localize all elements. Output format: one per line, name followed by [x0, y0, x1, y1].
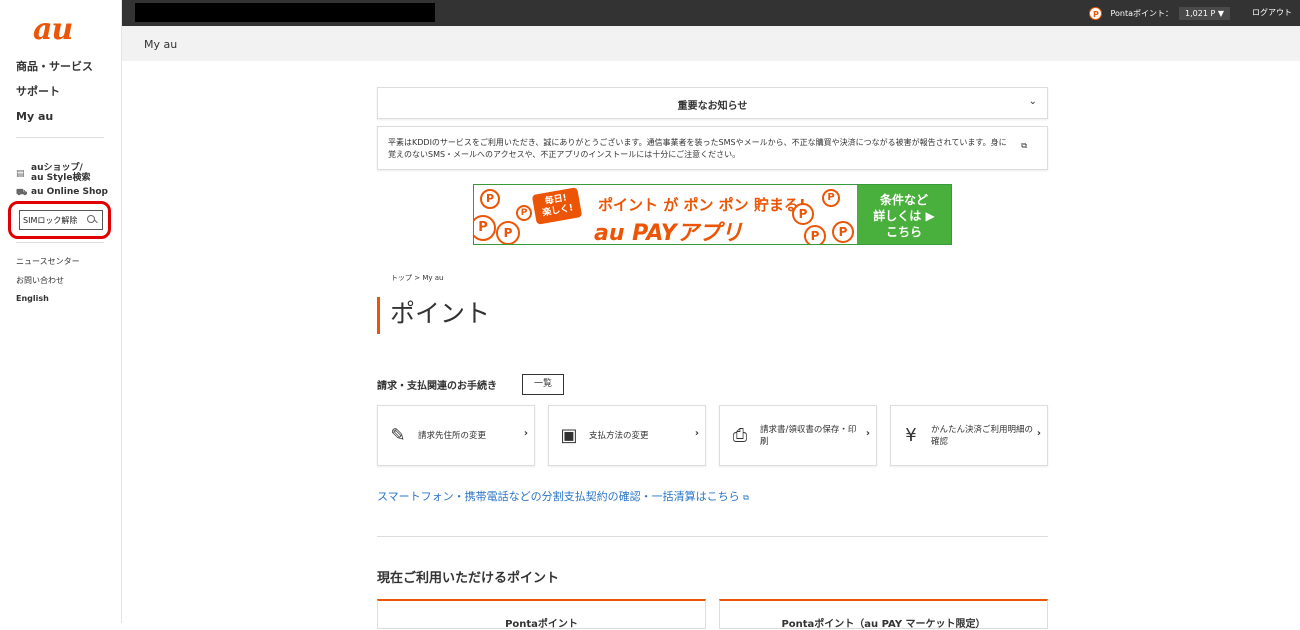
sidebar: au 商品・サービス サポート My au ▤ auショップ/ au Style…: [0, 0, 122, 623]
shop-icon: ▤: [16, 168, 25, 179]
notice-title: 重要なお知らせ: [677, 101, 748, 112]
sidebar-divider: [16, 242, 104, 243]
installment-link[interactable]: スマートフォン・携帯電話などの分割支払契約の確認・一括清算はこちら ⧉: [377, 488, 749, 504]
coin-icon: P: [496, 221, 520, 244]
billing-section-title: 請求・支払関連のお手続き: [377, 381, 497, 392]
external-link-icon: ⧉: [743, 493, 749, 502]
coin-icon: P: [832, 221, 854, 243]
logout-link[interactable]: ログアウト: [1252, 7, 1292, 18]
chevron-right-icon: ›: [523, 428, 528, 439]
printer-icon: ⎙: [732, 425, 748, 446]
ponta-market-points-card[interactable]: Pontaポイント（au PAY マーケット限定）: [719, 599, 1048, 630]
coin-icon: P: [474, 215, 496, 241]
chevron-right-icon: ›: [694, 428, 699, 439]
search-icon[interactable]: [86, 214, 98, 226]
shop-search-link[interactable]: ▤ auショップ/ au Style検索: [16, 163, 90, 183]
points-section-title: 現在ご利用いただけるポイント: [377, 571, 560, 586]
search-box: [19, 210, 103, 230]
online-shop-link[interactable]: ⛟ au Online Shop: [16, 187, 108, 198]
ponta-points-card[interactable]: Pontaポイント: [377, 599, 706, 630]
aupay-banner[interactable]: P P P P 毎日! 楽しく! ポイント が ポン ポン 貯まる! au PA…: [473, 184, 952, 245]
billing-card-invoice[interactable]: ⎙ 請求書/領収書の保存・印刷 ›: [719, 405, 877, 466]
breadcrumb[interactable]: トップ > My au: [391, 273, 443, 283]
chevron-right-icon: ›: [1036, 428, 1041, 439]
phone-yen-icon: ¥: [905, 425, 917, 446]
coin-icon: P: [516, 205, 532, 221]
list-all-button[interactable]: 一覧: [522, 374, 564, 395]
top-bar: P Pontaポイント： 1,021 P ▼ ログアウト: [122, 0, 1300, 26]
sidebar-item-english[interactable]: English: [16, 294, 80, 313]
au-logo[interactable]: au: [33, 12, 73, 47]
pen-icon: ✎: [390, 425, 406, 446]
search-input[interactable]: [20, 211, 86, 229]
search-highlight: [8, 201, 111, 239]
sidebar-divider: [16, 137, 104, 138]
billing-card-payment[interactable]: ▣ 支払方法の変更 ›: [548, 405, 706, 466]
billing-card-address[interactable]: ✎ 請求先住所の変更 ›: [377, 405, 535, 466]
sidebar-item-products[interactable]: 商品・サービス: [16, 59, 93, 84]
sidebar-main-nav: 商品・サービス サポート My au: [16, 59, 93, 134]
section-divider: [377, 536, 1048, 537]
sidebar-item-contact[interactable]: お問い合わせ: [16, 275, 80, 294]
external-link-icon[interactable]: ⧉: [1021, 141, 1027, 151]
coin-icon: P: [822, 189, 840, 207]
banner-headline: ポイント が ポン ポン 貯まる!: [598, 196, 806, 214]
page-header: My au: [122, 26, 1300, 61]
billing-card-easy-payment[interactable]: ¥ かんたん決済ご利用明細の確認 ›: [890, 405, 1048, 466]
sidebar-item-support[interactable]: サポート: [16, 84, 93, 109]
important-notice-toggle[interactable]: 重要なお知らせ ⌄: [377, 87, 1048, 119]
notice-text: 平素はKDDIのサービスをご利用いただき、誠にありがとうございます。通信事業者を…: [388, 138, 1007, 159]
notice-body: 平素はKDDIのサービスをご利用いただき、誠にありがとうございます。通信事業者を…: [377, 126, 1048, 170]
page-title: ポイント: [377, 297, 490, 334]
ponta-points[interactable]: P Pontaポイント： 1,021 P ▼: [1089, 5, 1230, 22]
sidebar-item-myau[interactable]: My au: [16, 109, 93, 134]
banner-app-name: au PAYアプリ: [594, 221, 743, 245]
chevron-down-icon: ⌄: [1028, 96, 1037, 107]
sidebar-item-news[interactable]: ニュースセンター: [16, 256, 80, 275]
ponta-points-dropdown[interactable]: 1,021 P ▼: [1179, 7, 1230, 20]
sidebar-sub-nav: ニュースセンター お問い合わせ English: [16, 256, 80, 313]
chevron-right-icon: ›: [865, 428, 870, 439]
coin-icon: P: [804, 225, 826, 244]
redacted-area: [135, 3, 435, 22]
coin-icon: P: [792, 203, 814, 225]
banner-tag: 毎日! 楽しく!: [531, 187, 583, 225]
banner-cta: 条件など 詳しくは ▶ こちら: [857, 185, 951, 244]
ponta-icon: P: [1089, 7, 1103, 20]
coin-icon: P: [480, 189, 500, 209]
wallet-icon: ▣: [560, 425, 578, 446]
cart-icon: ⛟: [16, 187, 28, 198]
page-header-title: My au: [144, 38, 178, 51]
